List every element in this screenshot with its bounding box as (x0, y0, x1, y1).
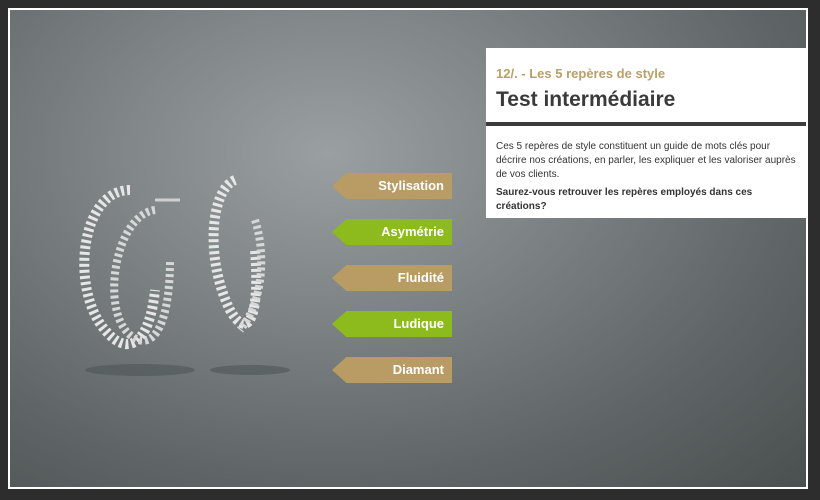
earrings-image (60, 170, 290, 390)
panel-subtitle: 12/. - Les 5 repères de style (496, 66, 666, 81)
stage: Stylisation Asymétrie Fluidité Ludique D… (10, 10, 806, 487)
panel-description: Ces 5 repères de style constituent un gu… (496, 141, 796, 180)
app-frame: Stylisation Asymétrie Fluidité Ludique D… (8, 8, 808, 489)
tag-diamant[interactable]: Diamant (332, 357, 452, 383)
tag-stylisation[interactable]: Stylisation (332, 173, 452, 199)
tag-ludique[interactable]: Ludique (332, 311, 452, 337)
info-panel: 12/. - Les 5 repères de style Test inter… (486, 48, 806, 218)
tag-fluidite[interactable]: Fluidité (332, 265, 452, 291)
panel-question: Saurez-vous retrouver les repères employ… (496, 187, 753, 212)
title-divider (486, 122, 806, 126)
earrings-illustration (79, 175, 290, 376)
panel-title: Test intermédiaire (496, 88, 676, 111)
tag-asymetrie[interactable]: Asymétrie (332, 219, 452, 245)
